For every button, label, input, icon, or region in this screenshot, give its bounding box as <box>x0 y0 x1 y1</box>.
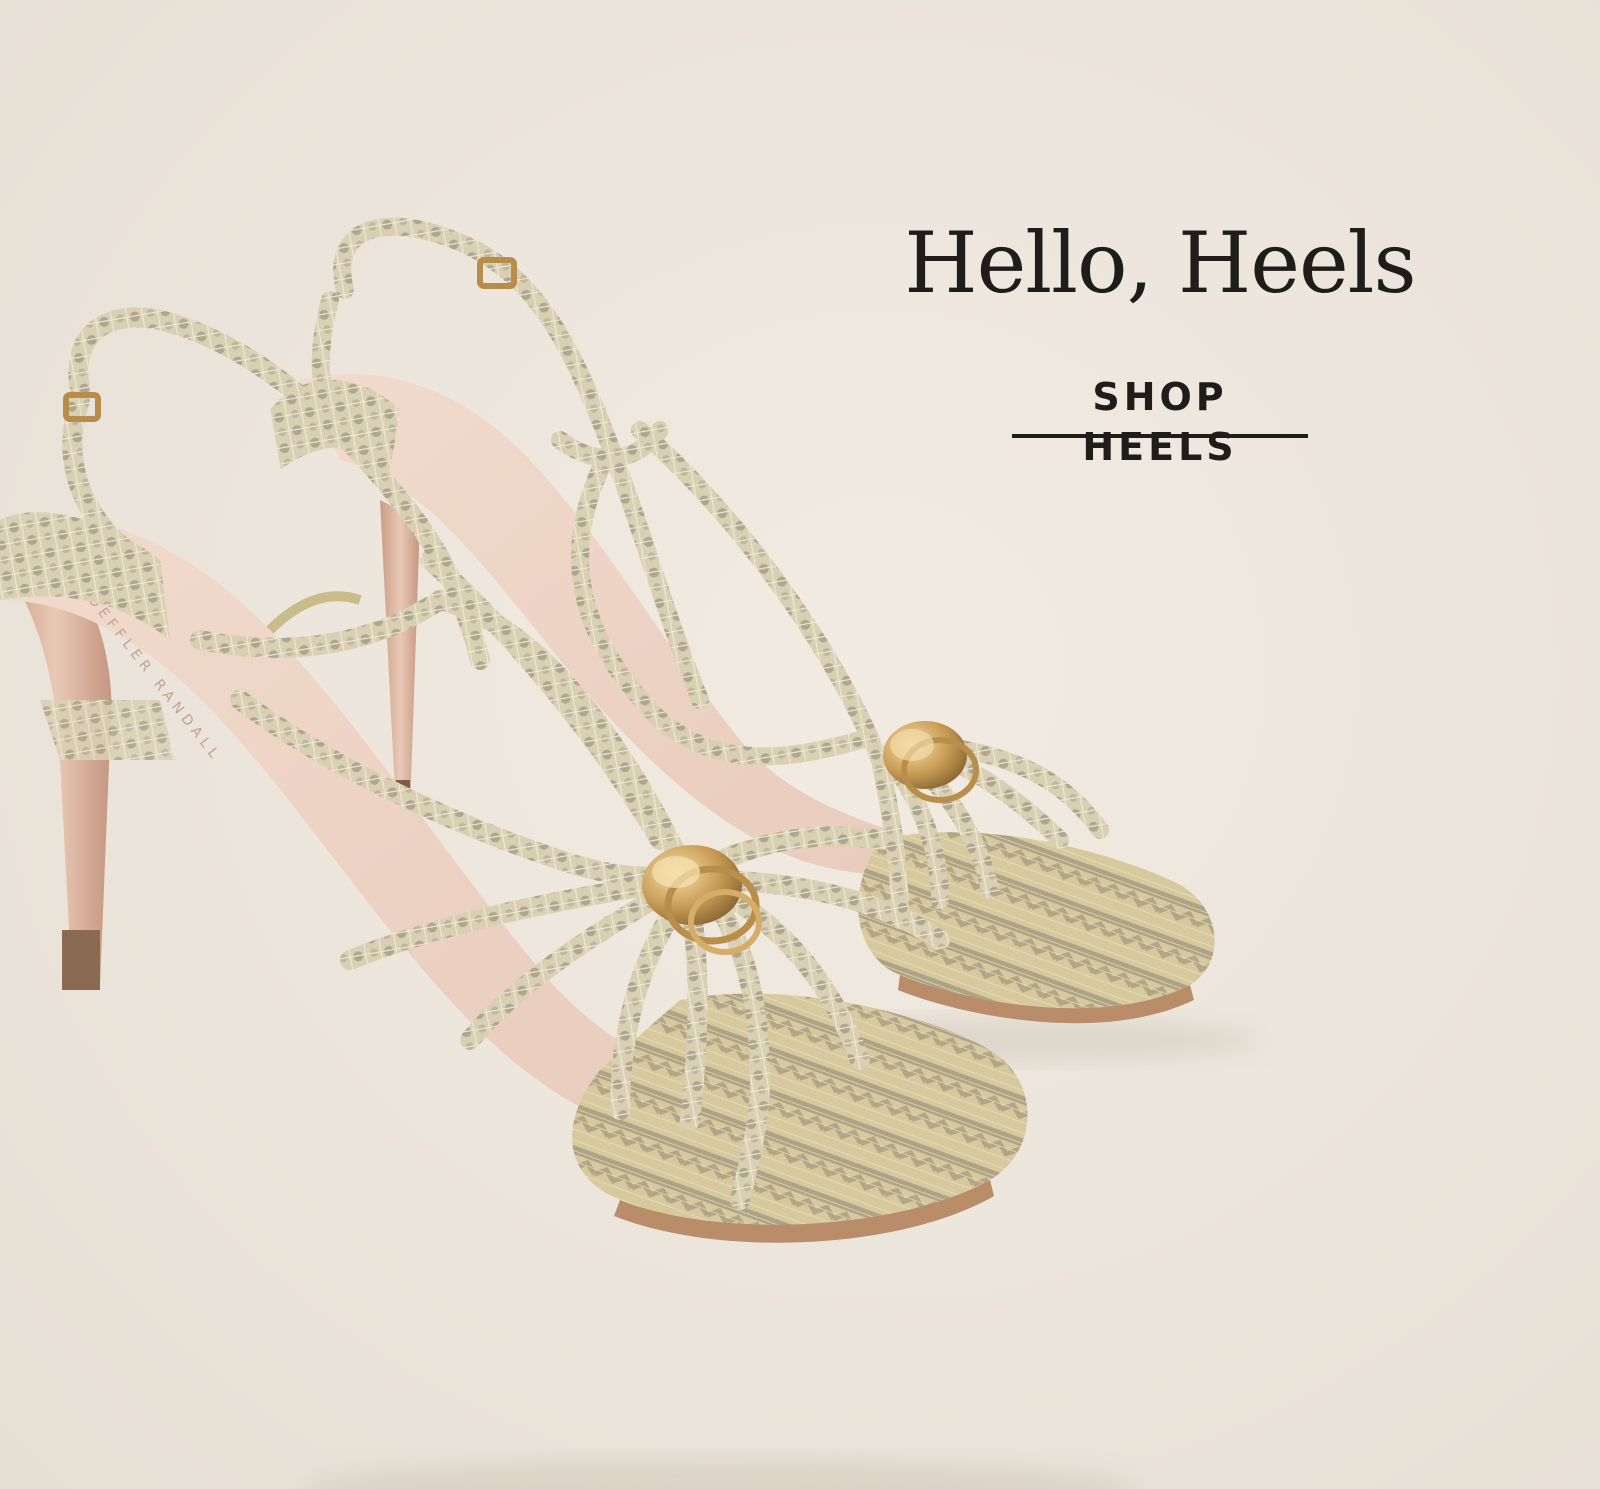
hero-banner: LOEFFLER RANDALL Hello, Heels SHOP HEELS <box>0 0 1600 1489</box>
headline: Hello, Heels <box>904 214 1416 312</box>
shop-heels-link[interactable]: SHOP HEELS <box>1012 372 1308 469</box>
